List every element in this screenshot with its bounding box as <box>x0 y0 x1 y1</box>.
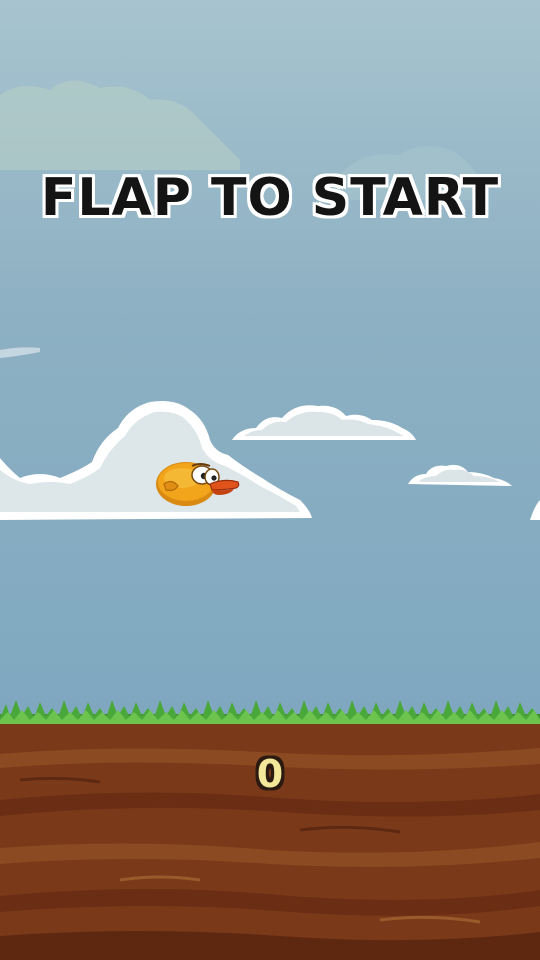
distant-cloud-left <box>0 80 240 170</box>
cloud-right-upper <box>232 405 416 440</box>
cloud-right-small <box>408 464 512 486</box>
sky-background <box>0 80 540 520</box>
grass-strip <box>0 700 540 724</box>
flap-to-start-prompt[interactable]: FLAP TO START <box>0 168 540 228</box>
game-screen[interactable]: FLAP TO START 0 <box>0 0 540 960</box>
cloud-edge-left <box>0 347 40 358</box>
score-counter: 0 <box>256 752 284 796</box>
cloud-edge-right <box>530 500 540 520</box>
bird-player-icon[interactable] <box>154 458 244 510</box>
ground <box>0 700 540 960</box>
